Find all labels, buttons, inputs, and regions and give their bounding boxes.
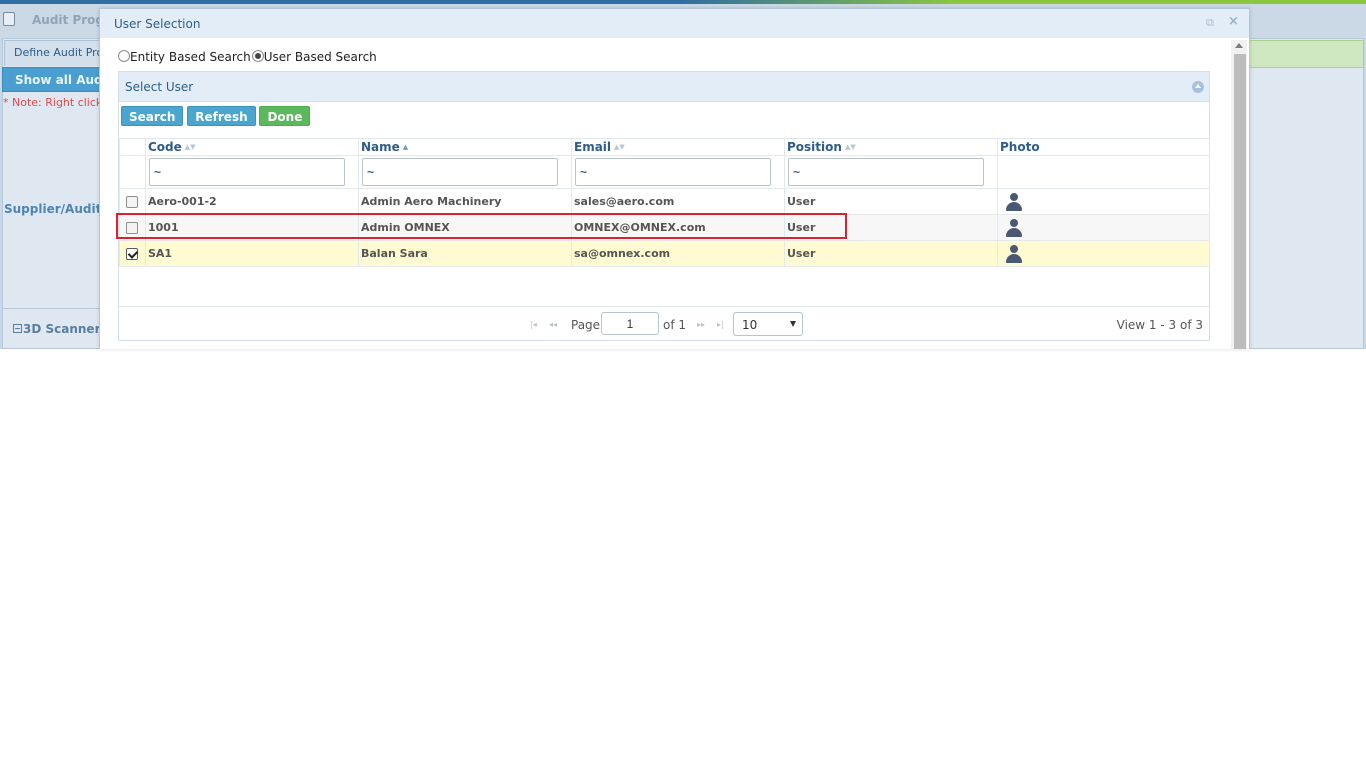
column-header-email[interactable]: Email ▲▼ (571, 138, 785, 156)
row-select-cell (119, 214, 146, 241)
scroll-up-arrow-icon[interactable] (1235, 43, 1243, 48)
search-mode-group: Entity Based Search User Based Search (118, 49, 378, 65)
page-size-value: 10 (742, 318, 758, 332)
filter-cell-empty (119, 155, 146, 189)
cell-position: User (784, 240, 998, 267)
table-row[interactable]: SA1 Balan Sara sa@omnex.com User (119, 240, 1210, 267)
page-label: Page (571, 318, 601, 332)
cell-position: User (784, 188, 998, 215)
cell-photo (997, 188, 1210, 215)
name-filter-input[interactable] (362, 158, 558, 186)
radio-user-based-search-label[interactable]: User Based Search (264, 50, 377, 64)
column-header-label: Position (787, 140, 842, 154)
select-user-grid: Select User Search Refresh Done Code ▲▼ N… (118, 71, 1210, 341)
page-size-select[interactable]: 10 (733, 312, 803, 336)
column-header-photo: Photo (997, 138, 1210, 156)
column-select (119, 138, 146, 156)
popout-icon[interactable]: ⧉ (1206, 17, 1217, 28)
column-header-label: Name (361, 140, 400, 154)
row-checkbox-checked[interactable] (126, 248, 138, 260)
supplier-audit-label: Supplier/Audit I (4, 202, 110, 216)
show-all-audit-label: Show all Audit (15, 73, 113, 87)
cell-name: Admin Aero Machinery (358, 188, 572, 215)
column-header-code[interactable]: Code ▲▼ (145, 138, 359, 156)
code-filter-input[interactable] (149, 158, 345, 186)
filter-cell (571, 155, 785, 189)
done-button[interactable]: Done (259, 106, 311, 126)
row-checkbox[interactable] (126, 222, 138, 234)
sort-icon[interactable]: ▲▼ (185, 143, 196, 151)
page-total-label: of 1 (663, 318, 687, 332)
cell-email: sa@omnex.com (571, 240, 785, 267)
row-select-cell (119, 240, 146, 267)
cell-name: Balan Sara (358, 240, 572, 267)
tree-node-label: 3D Scanners (23, 322, 108, 336)
cell-photo (997, 214, 1210, 241)
column-header-label: Photo (1000, 140, 1040, 154)
filter-cell (784, 155, 998, 189)
column-header-label: Email (574, 140, 612, 154)
cell-email: OMNEX@OMNEX.com (571, 214, 785, 241)
records-summary: View 1 - 3 of 3 (1116, 318, 1203, 332)
last-page-icon[interactable]: ▸| (717, 320, 724, 329)
next-page-icon[interactable]: ▸▸ (697, 320, 705, 329)
cell-position: User (784, 214, 998, 241)
users-table: Code▲▼ Name▲ Email▲▼ Position▲▼ Photo Ae… (119, 138, 1210, 267)
dialog-scrollbar[interactable] (1231, 40, 1247, 349)
row-select-cell (119, 188, 146, 215)
sort-icon[interactable]: ▲▼ (845, 143, 856, 151)
user-selection-dialog: User Selection ⧉ × Entity Based Search Us… (99, 8, 1250, 349)
refresh-button[interactable]: Refresh (187, 106, 256, 126)
search-button[interactable]: Search (121, 106, 184, 126)
prev-page-icon[interactable]: ◂◂ (549, 320, 557, 329)
user-avatar-icon (1004, 218, 1024, 238)
radio-entity-based-search-label[interactable]: Entity Based Search (130, 50, 251, 64)
sort-icon[interactable]: ▲▼ (614, 143, 625, 151)
cell-name: Admin OMNEX (358, 214, 572, 241)
tab-define-audit-label: Define Audit Pro (14, 46, 104, 59)
user-avatar-icon (1004, 244, 1024, 264)
collapse-grid-icon[interactable] (1192, 81, 1204, 93)
tree-node-3d-scanners[interactable]: 3D Scanners (13, 322, 108, 336)
email-filter-input[interactable] (575, 158, 771, 186)
table-row[interactable]: 1001 Admin OMNEX OMNEX@OMNEX.com User (119, 214, 1210, 241)
section-divider (2, 308, 112, 309)
filter-cell (145, 155, 359, 189)
table-header-row: Code ▲▼ Name ▲ Email ▲▼ Position ▲▼ Photo (119, 138, 1210, 156)
position-filter-input[interactable] (788, 158, 984, 186)
column-header-position[interactable]: Position ▲▼ (784, 138, 998, 156)
user-avatar-icon (1004, 192, 1024, 212)
radio-entity-based-search[interactable] (118, 49, 130, 62)
cell-email: sales@aero.com (571, 188, 785, 215)
close-icon[interactable]: × (1228, 15, 1241, 29)
cell-code: 1001 (145, 214, 359, 241)
filter-cell-empty (997, 155, 1210, 189)
grid-toolbar: Search Refresh Done (121, 106, 311, 126)
chevron-down-icon (790, 321, 796, 327)
grid-caption-title: Select User (125, 80, 194, 94)
page-number-input[interactable] (601, 312, 659, 335)
collapse-toggle-icon[interactable] (13, 324, 22, 333)
column-header-name[interactable]: Name ▲ (358, 138, 572, 156)
first-page-icon[interactable]: |◂ (530, 320, 537, 329)
table-row[interactable]: Aero-001-2 Admin Aero Machinery sales@ae… (119, 188, 1210, 215)
radio-user-based-search[interactable] (251, 49, 264, 62)
column-header-label: Code (148, 140, 182, 154)
scrollbar-thumb[interactable] (1234, 54, 1246, 349)
filter-row (119, 155, 1210, 189)
app-logo-icon (3, 12, 15, 26)
row-checkbox[interactable] (126, 196, 138, 208)
dialog-title: User Selection (114, 17, 201, 31)
cell-code: Aero-001-2 (145, 188, 359, 215)
filter-cell (358, 155, 572, 189)
note-text: * Note: Right click o (3, 96, 113, 109)
grid-pager: |◂ ◂◂ Page of 1 ▸▸ ▸| 10 View 1 - 3 of 3 (119, 306, 1209, 341)
grid-caption-bar: Select User (119, 72, 1209, 102)
cell-code: SA1 (145, 240, 359, 267)
sort-asc-icon[interactable]: ▲ (403, 143, 408, 151)
cell-photo (997, 240, 1210, 267)
dialog-header[interactable]: User Selection ⧉ × (100, 9, 1249, 38)
